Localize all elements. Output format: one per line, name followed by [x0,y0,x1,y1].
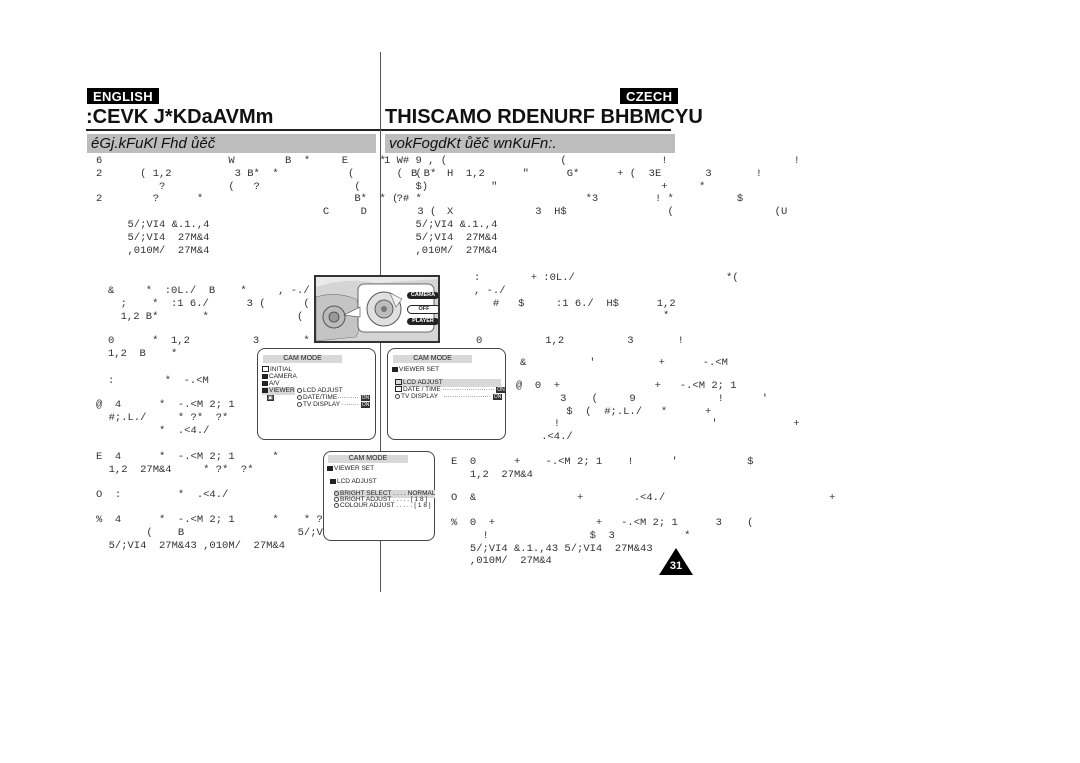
folder-open-icon [330,478,336,484]
text-line: 1,2 27M&4 * ?* ?* [96,463,254,476]
menu-screen-viewer-set: CAM MODE VIEWER SET LCD ADJUST DATE / TI… [387,348,506,440]
text-line: ; * :1 6./ 3 ( ( ( [108,297,348,310]
folder-outline-icon [395,386,402,393]
submenu-tv-display: TV DISPLAY ········ ON [297,401,371,409]
dial-position-off: OFF [407,305,438,314]
text-line: ,010M/ 27M&4 [384,244,498,257]
text-line: $ ( #;.L./ * + [516,405,712,418]
english-section-heading: éGj.kFuKl Fhd ůěč [87,134,376,153]
bullet-icon [297,394,302,400]
text-line: 5/;VI4 &.1.,43 5/;VI4 27M&43 [451,542,653,555]
text-line: E 4 * -.<M 2; 1 * [96,451,279,463]
text-line: 3 ( 9 ! ' [516,392,769,405]
english-step-1: : * -.<M [108,375,209,387]
menu-parent-viewer-set: VIEWER SET [392,366,439,374]
czech-section-heading: vokFogdKt ůěč wnKuFn:. [385,134,675,153]
value-badge: ON [492,394,503,400]
text-line: 1 W# 9 , ( ( ! ! [384,155,800,167]
menu-icon: ▣ [267,395,274,401]
menu-header: CAM MODE [328,455,408,463]
text-line: # $ :1 6./ H$ 1,2 [474,297,676,310]
czech-language-badge: CZECH [620,88,679,104]
menu-screen-lcd-adjust: CAM MODE VIEWER SET LCD ADJUST BRIGHT SE… [323,451,436,541]
czech-step-3: E 0 + -.<M 2; 1 ! ' $ 1,2 27M&4 [451,456,753,482]
english-step-3: E 4 * -.<M 2; 1 * 1,2 27M&4 * ?* ?* [96,451,279,477]
english-page-title: :CEVK J*KDaAVMm [86,106,274,128]
title-rule [86,129,671,131]
folder-open-icon [327,465,333,471]
czech-step-block-2: 0 1,2 3 ! [476,335,684,347]
text-line: 1,2 27M&4 [451,468,533,481]
folder-outline-icon [395,379,402,386]
text-line: * .<4./ [96,424,210,437]
czech-step-5: % 0 + + -.<M 2; 1 3 ( ! $ 3 * 5/;VI4 &.1… [451,517,753,568]
text-line: E 0 + -.<M 2; 1 ! ' $ [451,456,754,468]
text-line: 5/;VI4 27M&4 [384,231,498,244]
text-line: ,010M/ 27M&4 [451,555,552,568]
text-line: 5/;VI4 27M&43 ,010M/ 27M&4 [96,539,286,552]
english-step-block-1: & * :0L./ B * , -./ ; * :1 6./ 3 ( ( ( 1… [108,285,347,323]
folder-filled-icon [262,380,268,386]
text-line: $) " + * [384,180,706,193]
menu-header: CAM MODE [263,355,342,363]
camera-mode-dial-illustration: CAMERA OFF PLAYER [314,275,440,343]
bullet-icon [297,387,302,393]
text-line: & * :0L./ B * , -./ [108,285,310,297]
text-line: % 0 + + -.<M 2; 1 3 ( [451,517,754,529]
bullet-icon [395,393,400,399]
text-line: #;.L./ * ?* ?* [96,411,229,424]
page-number: 31 [669,560,683,572]
czech-page-title: THISCAMO RDENURF BHBMCYU [385,106,703,128]
menu-subparent-lcd-adjust: LCD ADJUST [330,478,377,486]
text-line: ! $ 3 * [451,529,691,542]
text-line: .<4./ [516,431,573,444]
text-line: , -./ [474,284,506,297]
english-language-badge: ENGLISH [87,88,159,104]
text-line: @ 0 + + -.<M 2; 1 [516,380,737,392]
dial-position-camera: CAMERA [407,292,438,299]
czech-step-1: & ' + -.<M [520,357,728,369]
text-line: 0 * 1,2 3 * [108,335,310,347]
text-line: X 3 H$ ( (U [384,206,788,219]
folder-outline-icon [262,366,269,373]
menu-item-badge: ▣ [267,394,274,402]
value-badge: ON [360,402,371,408]
czech-step-4: O & + .<4./ + [451,492,836,504]
folder-filled-icon [262,387,268,393]
text-line: * [474,310,670,323]
bullet-icon [297,401,302,407]
menu-item-tv-display: TV DISPLAY ······················ ON [395,393,503,401]
text-line: : + :0L./ *( [474,272,739,284]
menu-header: CAM MODE [393,355,472,363]
dial-position-player: PLAYER [407,318,438,325]
text-line: ?# * *3 ! * $ [384,193,744,206]
menu-item-colour-adjust: COLOUR ADJUST . . . . . [ 1 8 ] [334,502,431,510]
text-line: 5/;VI4 &.1.,4 [384,218,498,231]
czech-step-block-1: : + :0L./ *( , -./ # $ :1 6./ H$ 1,2 * [474,272,739,323]
czech-step-2: @ 0 + + -.<M 2; 1 3 ( 9 ! ' $ ( #;.L./ *… [516,380,800,444]
bullet-icon [334,502,339,508]
english-step-2: @ 4 * -.<M 2; 1 * #;.L./ * ?* ?* * .<4./ [96,399,279,437]
text-line: @ 4 * -.<M 2; 1 * [96,399,279,411]
czech-intro: 1 W# 9 , ( ( ! ! ( ( H 1,2 " G* + ( 3E 3… [384,155,800,257]
english-step-4: O : * .<4./ * [96,489,336,501]
text-line: ( ( H 1,2 " G* + ( 3E 3 ! [384,167,763,180]
text-line: ! ' + [516,418,800,431]
menu-screen-cam-mode: CAM MODE INITIAL CAMERA A/V VIEWER ▣ LCD… [257,348,376,440]
text-line: 1,2 B* * ( ? [108,310,323,323]
folder-filled-icon [262,373,268,379]
menu-parent-viewer-set: VIEWER SET [327,465,374,473]
folder-open-icon [392,366,398,372]
